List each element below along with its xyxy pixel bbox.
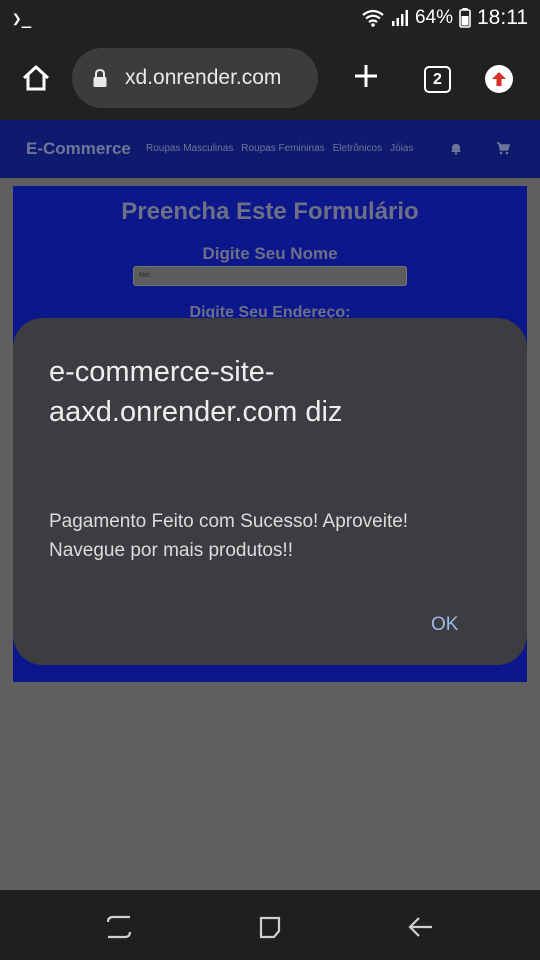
battery-percent: 64%: [414, 7, 453, 28]
nav-links: Roupas Masculinas Roupas Femininas Eletr…: [146, 143, 413, 154]
url-text: xd.onrender.com: [125, 66, 282, 89]
browser-toolbar: xd.onrender.com 2: [0, 38, 540, 120]
ok-button[interactable]: OK: [431, 614, 458, 636]
arrow-up-icon: [492, 72, 506, 86]
new-tab-icon[interactable]: [350, 60, 382, 92]
dialog-title: e-commerce-site-aaxd.onrender.com diz: [49, 356, 343, 428]
home-nav-icon[interactable]: [255, 912, 285, 942]
status-right: 64% 18:11: [361, 6, 528, 30]
cart-icon[interactable]: [496, 142, 510, 155]
lock-icon: [93, 68, 107, 87]
site-brand[interactable]: E-Commerce: [26, 139, 131, 159]
nav-link-joias[interactable]: Jóias: [390, 143, 413, 154]
name-input[interactable]: Nel: [133, 266, 407, 286]
recents-icon[interactable]: [104, 912, 134, 942]
dialog-message: Pagamento Feito com Sucesso! Aproveite! …: [49, 511, 409, 561]
nav-link-eletronicos[interactable]: Eletrônicos: [333, 143, 382, 154]
site-navbar: E-Commerce Roupas Masculinas Roupas Femi…: [0, 120, 540, 178]
terminal-icon: ❯_: [12, 9, 32, 28]
alert-dialog: e-commerce-site-aaxd.onrender.com diz Pa…: [13, 318, 527, 665]
signal-icon: [391, 10, 408, 26]
system-nav-bar: [0, 890, 540, 960]
bell-icon[interactable]: [450, 142, 462, 155]
form-title: Preencha Este Formulário: [121, 198, 419, 225]
name-label: Digite Seu Nome: [202, 244, 338, 263]
back-icon[interactable]: [406, 912, 436, 942]
home-icon[interactable]: [20, 62, 52, 94]
battery-icon: [459, 8, 471, 28]
nav-link-roupas-masculinas[interactable]: Roupas Masculinas: [146, 143, 233, 154]
status-bar: ❯_ 64% 18:11: [0, 0, 540, 38]
update-icon[interactable]: [485, 65, 513, 93]
clock: 18:11: [477, 6, 528, 29]
address-bar[interactable]: xd.onrender.com: [72, 48, 318, 108]
wifi-icon: [362, 9, 384, 27]
tab-count: 2: [433, 70, 442, 88]
tab-switcher-button[interactable]: 2: [424, 66, 451, 93]
nav-link-roupas-femininas[interactable]: Roupas Femininas: [241, 143, 324, 154]
